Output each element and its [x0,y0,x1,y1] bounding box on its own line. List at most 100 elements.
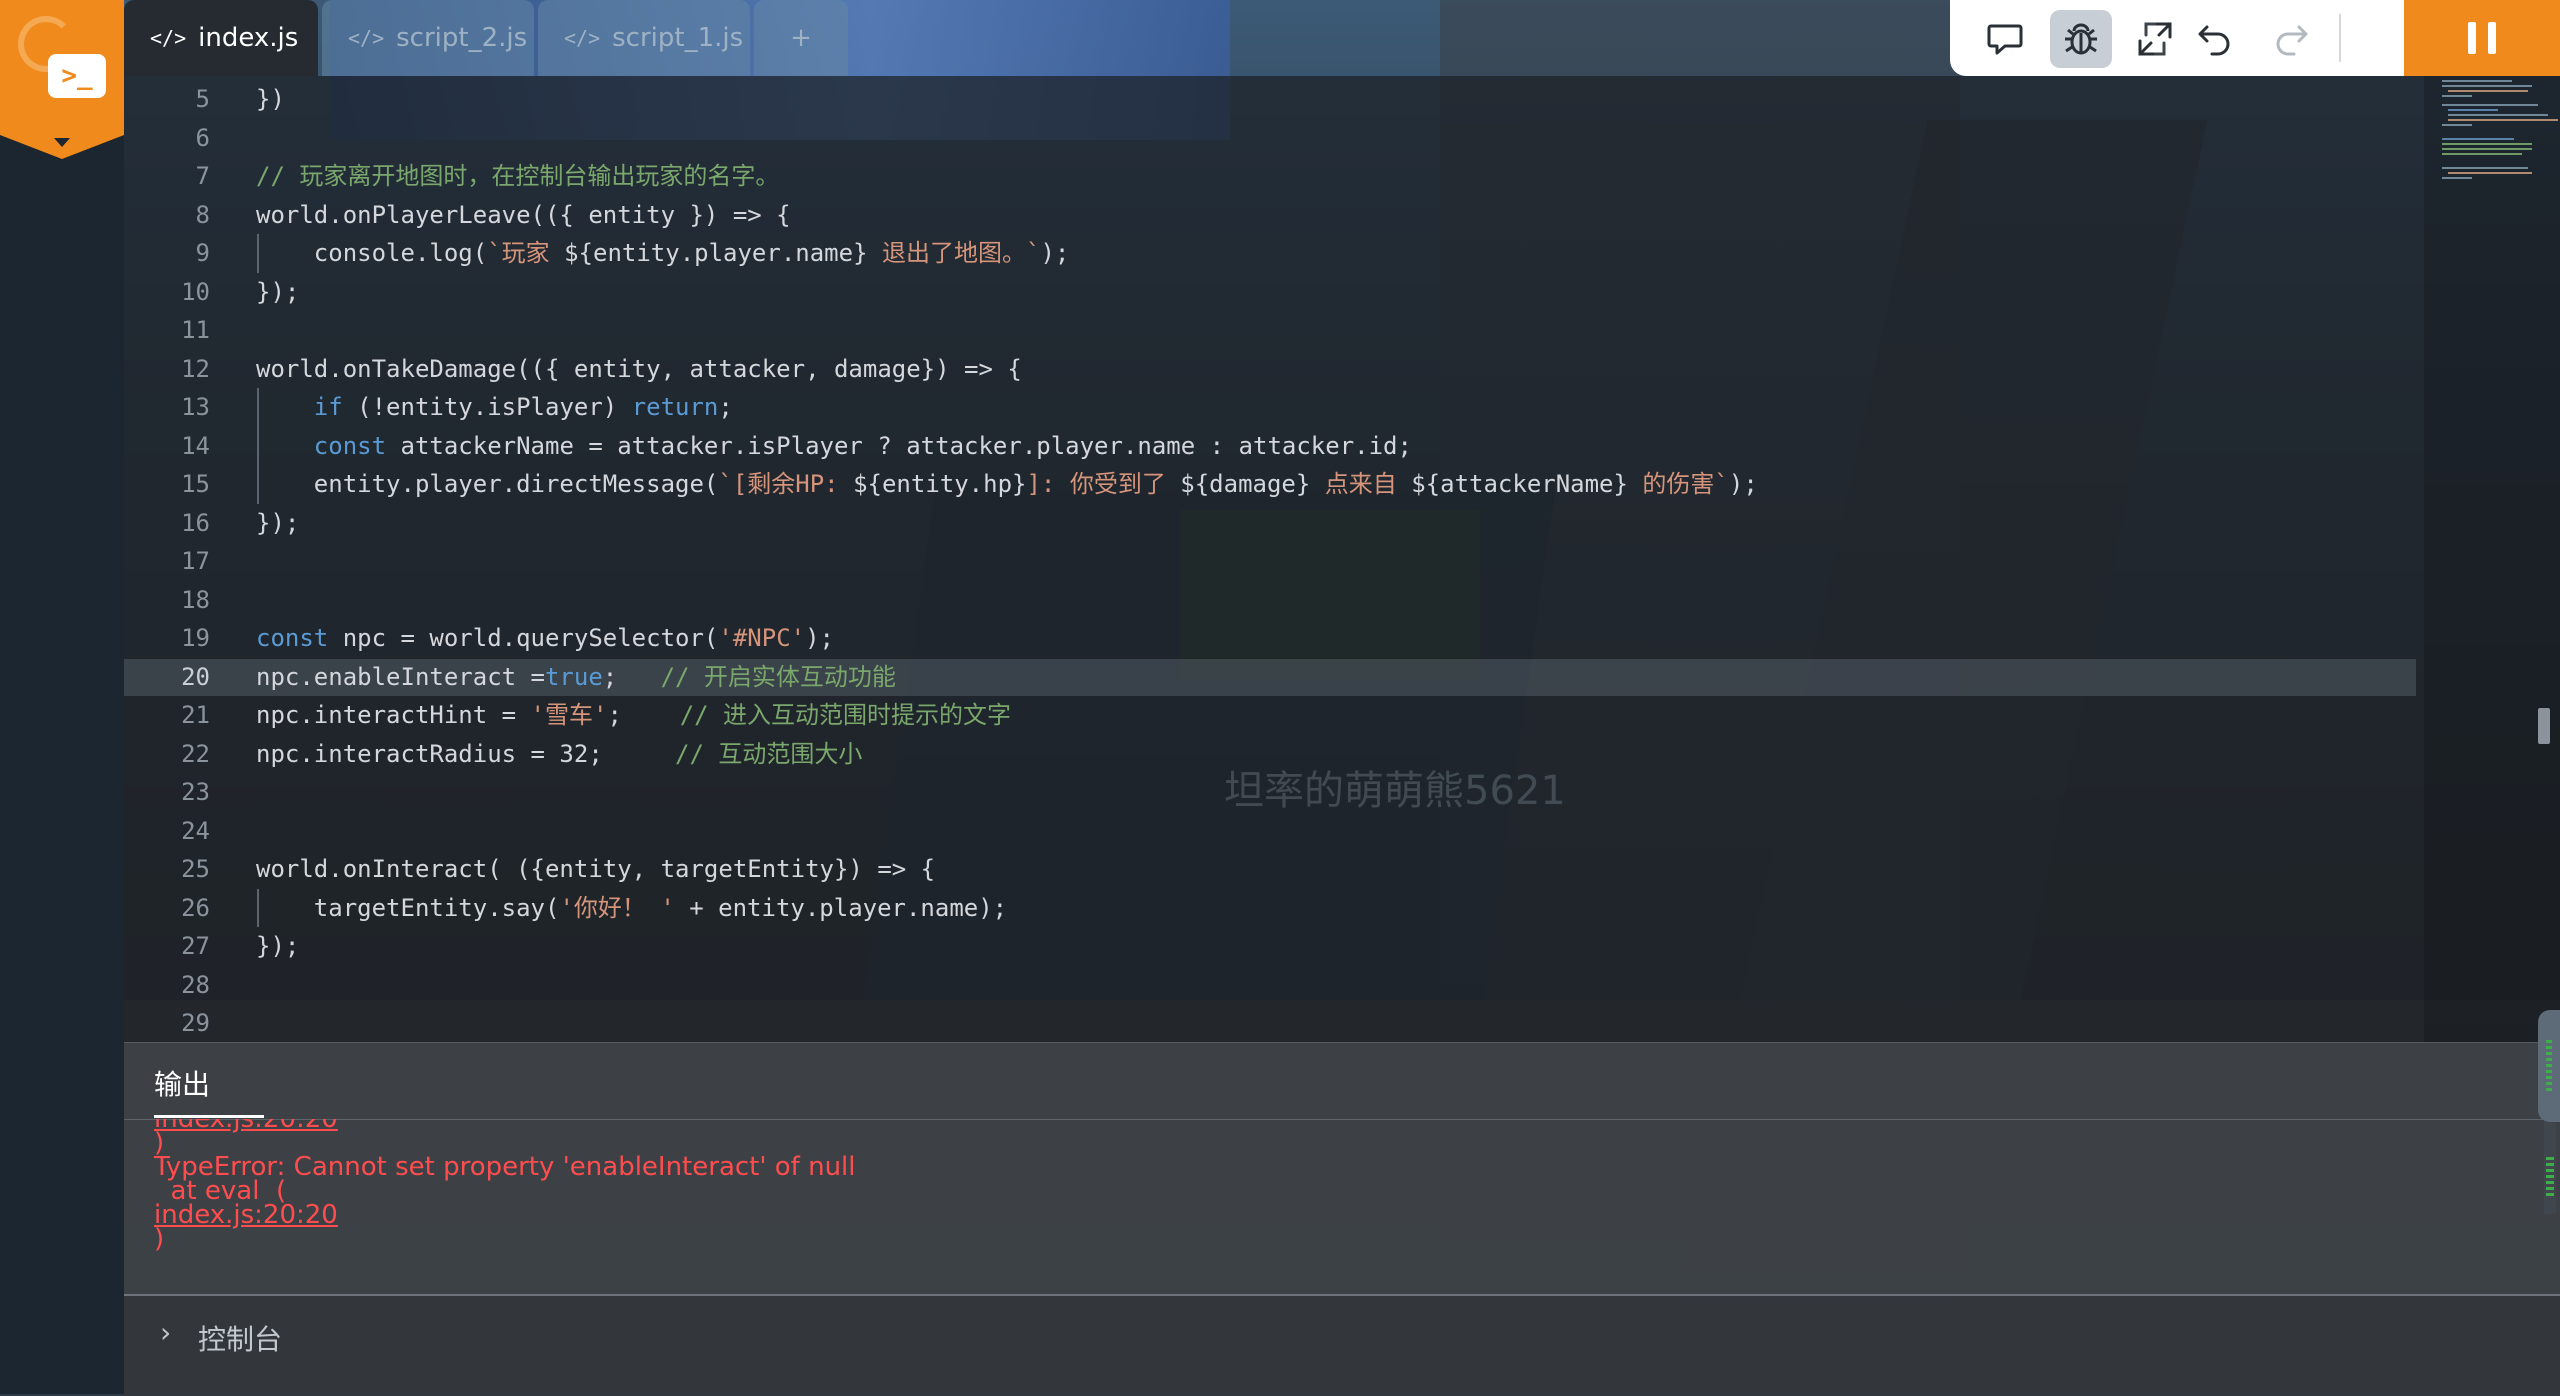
code-line[interactable]: 28 [124,966,2424,1004]
code-text: world.onInteract( ({entity, targetEntity… [256,855,936,883]
code-line[interactable]: 24 [124,812,2424,850]
chevron-right-icon: › [160,1316,172,1349]
code-text: entity.player.directMessage(`[剩余HP: ${en… [256,470,1758,498]
line-number: 8 [195,200,210,229]
script-editor-logo-button[interactable]: >_ [0,0,124,159]
code-icon: </> [564,26,601,50]
code-area[interactable]: 坦率的萌萌熊5621 5}) 6 7// 玩家离开地图时，在控制台输出玩家的名字。 8… [124,76,2424,1042]
code-line[interactable]: 27}); [124,927,2424,965]
debug-button[interactable] [2050,10,2112,68]
line-number: 10 [181,277,210,306]
code-line[interactable]: 12 world.onTakeDamage(({ entity, attacker… [124,350,2424,388]
code-line[interactable]: 9 console.log(`玩家 ${entity.player.name} … [124,234,2424,272]
line-number: 25 [181,855,210,883]
vertical-scrollbar[interactable] [2538,708,2550,744]
code-line[interactable]: 21 npc.interactHint = '雪车'; // 进入互动范围时提示的… [124,696,2424,734]
code-line[interactable]: 11 [124,311,2424,349]
tab-label: index.js [198,23,299,53]
code-text: targetEntity.say('你好！ ' + entity.player.… [256,893,1008,922]
code-text: const npc = world.querySelector('#NPC'); [256,624,834,652]
expand-button[interactable] [2124,10,2186,68]
code-line[interactable]: 25 world.onInteract( ({entity, targetEnti… [124,850,2424,888]
line-number: 12 [181,354,210,383]
tab-script-1-js[interactable]: </> script_1.js [538,0,750,76]
code-line[interactable]: 19 const npc = world.querySelector('#NPC'… [124,619,2424,657]
code-line[interactable]: 16}); [124,504,2424,542]
code-line[interactable]: 20 npc.enableInteract =true; // 开启实体互动功能 [124,658,2424,696]
comment-icon [1987,24,2023,55]
output-scrollbar[interactable] [2544,1119,2556,1214]
code-text: if (!entity.isPlayer) return; [313,393,733,421]
code-text: npc.enableInteract =true; // 开启实体互动功能 [256,662,896,691]
code-line[interactable]: 5}) [124,80,2424,118]
line-number: 24 [181,816,210,845]
output-line: ) [154,1224,165,1254]
expand-icon [2138,22,2172,56]
code-text: npc.interactHint = '雪车'; // 进入互动范围时提示的文字 [256,701,1012,729]
code-editor: </> index.js </> script_2.js </> script_… [124,0,2560,1042]
line-number: 22 [181,739,210,768]
redo-icon [2276,25,2308,56]
tab-label: script_1.js [612,23,744,53]
code-minimap[interactable] [2424,76,2560,1042]
code-line[interactable]: 18 [124,581,2424,619]
code-text: const attackerName = attacker.isPlayer ?… [313,431,1412,460]
tab-index-js[interactable]: </> index.js [124,0,318,76]
terminal-icon: >_ [48,54,106,98]
code-line[interactable]: 22 npc.interactRadius = 32; // 互动范围大小 [124,735,2424,773]
line-number: 27 [181,932,210,960]
pause-button[interactable] [2404,0,2560,76]
output-tab-bar: 输出 [124,1043,2560,1120]
active-tab-indicator [154,1115,264,1118]
source-link[interactable]: index.js:20:20 [154,1119,338,1143]
code-line[interactable]: 26 targetEntity.say('你好！ ' + entity.play… [124,889,2424,927]
line-number: 11 [181,316,210,344]
code-text: }) [256,85,285,113]
undo-icon [2198,25,2230,56]
line-number: 18 [181,585,210,614]
source-link[interactable]: index.js:20:20 [154,1191,338,1239]
code-text: npc.interactRadius = 32; // 互动范围大小 [256,739,863,768]
line-number: 17 [181,547,210,575]
code-line[interactable]: 10}); [124,273,2424,311]
line-number: 6 [195,123,210,152]
tab-script-2-js[interactable]: </> script_2.js [322,0,534,76]
left-rail: >_ [0,0,124,1394]
code-line[interactable]: 6 [124,119,2424,157]
line-number: 26 [181,893,210,922]
side-drawer-handle[interactable] [2538,1010,2560,1122]
code-line[interactable]: 13 if (!entity.isPlayer) return; [124,388,2424,426]
code-text: }); [256,932,300,960]
code-line[interactable]: 15 entity.player.directMessage(`[剩余HP: $… [124,465,2424,503]
output-log[interactable]: index.js:20:20) TypeError: Cannot set pro… [124,1119,2560,1295]
plus-icon: + [790,23,812,53]
code-line[interactable]: 23 [124,773,2424,811]
add-file-button[interactable]: + [754,0,848,76]
toolbar-divider [2339,14,2341,62]
code-icon: </> [348,26,385,50]
code-line[interactable]: 14 const attackerName = attacker.isPlaye… [124,427,2424,465]
line-number: 15 [181,470,210,498]
file-tab-bar: </> index.js </> script_2.js </> script_… [124,0,2560,76]
code-line[interactable]: 7 // 玩家离开地图时，在控制台输出玩家的名字。 [124,157,2424,195]
comment-button[interactable] [1974,10,2036,68]
line-number: 13 [181,393,210,421]
line-number: 28 [181,970,210,999]
console-bar[interactable]: › 控制台 [124,1294,2560,1396]
tab-output[interactable]: 输出 [154,1063,210,1103]
code-text: world.onPlayerLeave(({ entity }) => { [256,200,791,229]
indent-guide [257,888,259,927]
code-icon: </> [150,26,187,50]
tab-label: script_2.js [396,23,528,53]
pause-icon [2468,22,2476,54]
redo-button[interactable] [2260,10,2322,68]
line-number: 7 [195,162,210,190]
code-text: // 玩家离开地图时，在控制台输出玩家的名字。 [256,162,780,190]
undo-button[interactable] [2184,10,2246,68]
code-line[interactable]: 29 [124,1004,2424,1042]
output-panel: 输出 index.js:20:20) TypeError: Cannot set … [124,1042,2560,1295]
code-text: }); [256,277,300,306]
debug-bug-icon [2065,23,2097,55]
code-line[interactable]: 8 world.onPlayerLeave(({ entity }) => { [124,196,2424,234]
code-line[interactable]: 17 [124,542,2424,580]
